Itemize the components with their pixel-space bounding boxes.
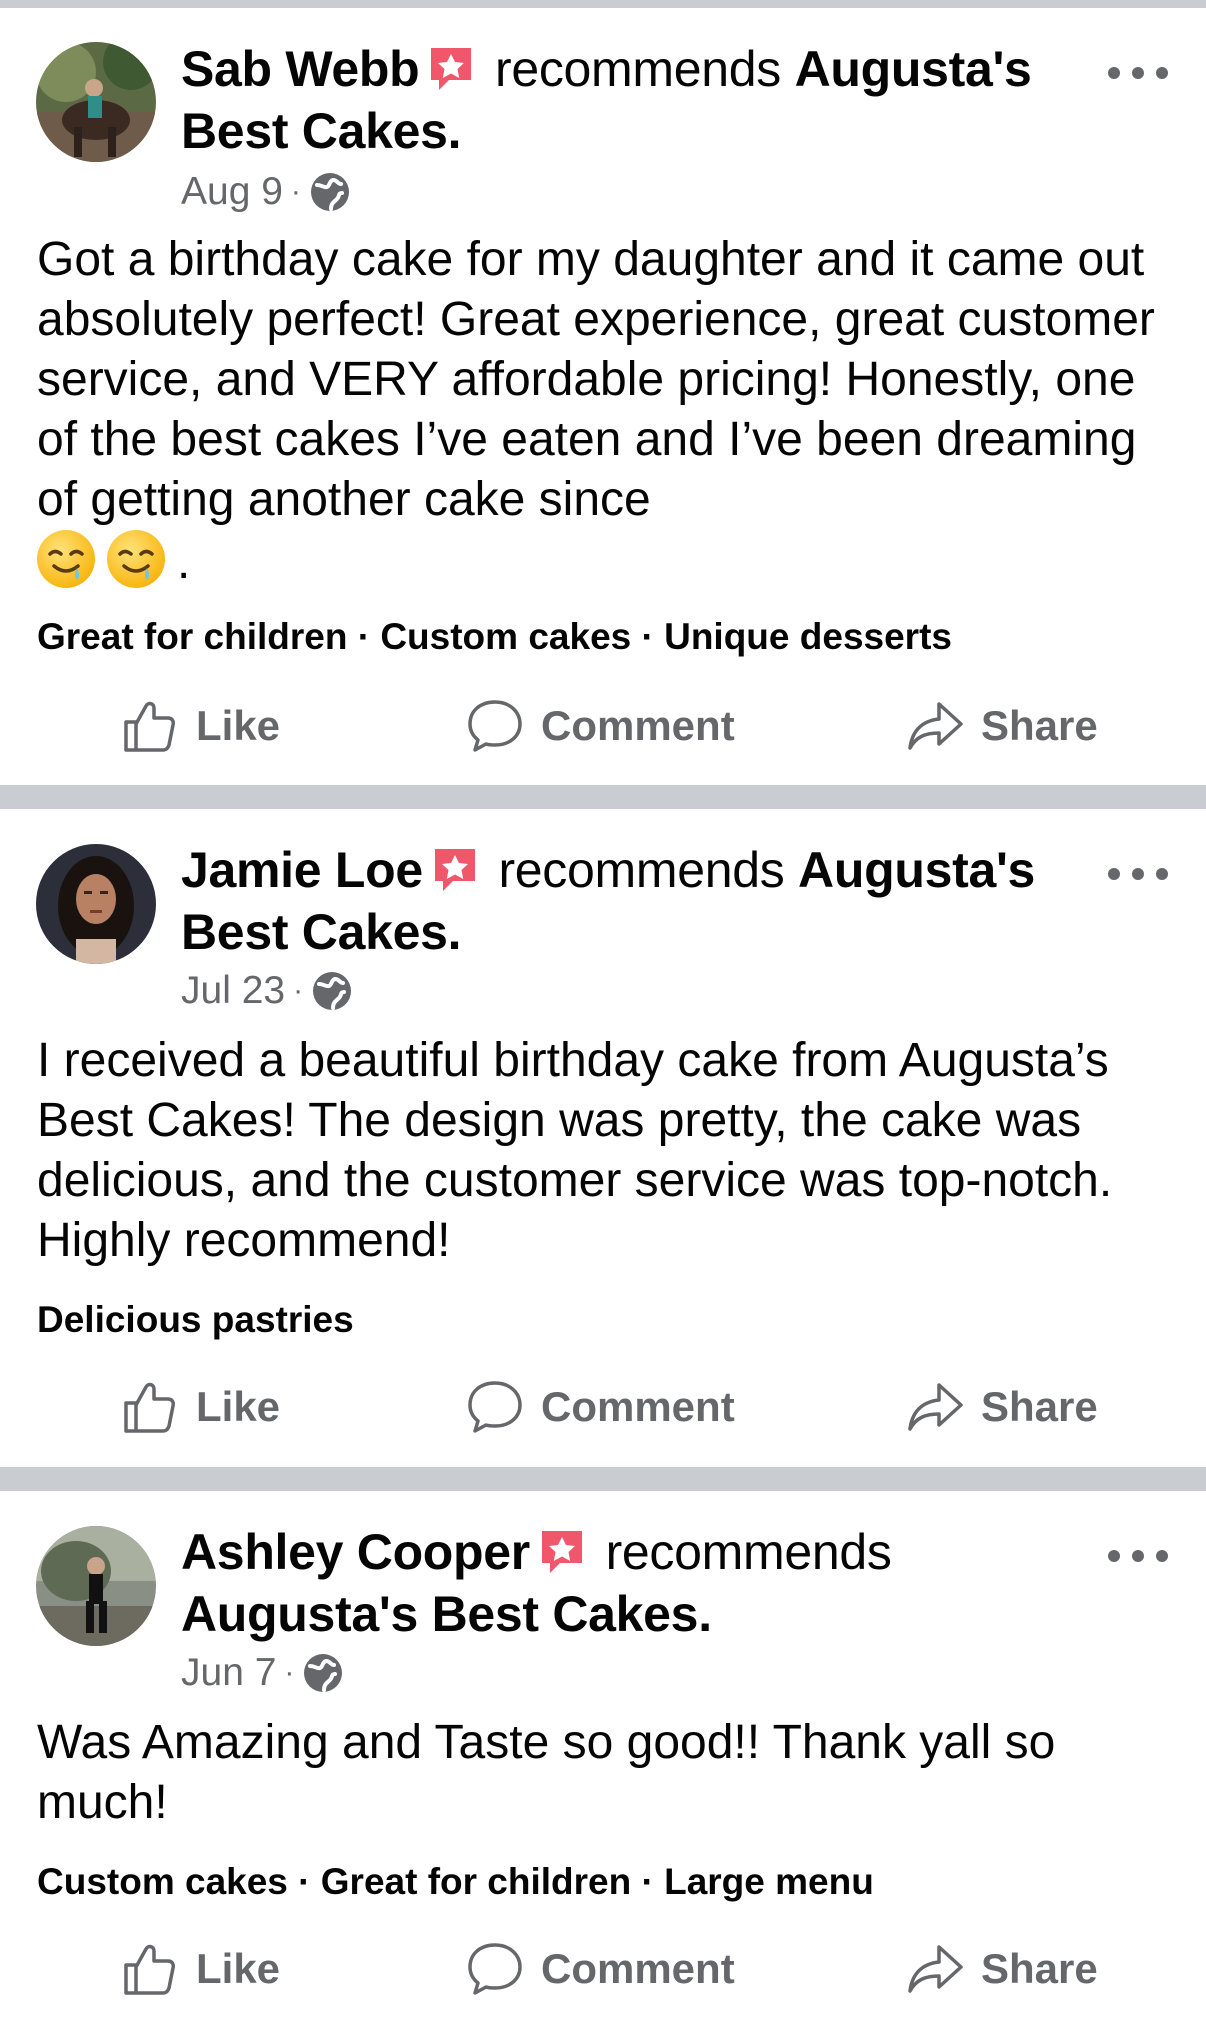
recommendation-tags: Custom cakes · Great for children · Larg…: [37, 1861, 874, 1902]
meta-dot: ·: [293, 974, 304, 1007]
share-icon: [908, 1945, 963, 1993]
recommendation-tags: Delicious pastries: [37, 1299, 354, 1340]
post-1: Sab Webb recommends Augusta's Best Cakes…: [0, 8, 1206, 788]
like-label: Like: [196, 1945, 281, 1992]
more-options-icon[interactable]: [1108, 58, 1168, 88]
like-icon: [124, 1944, 175, 1995]
share-icon: [908, 702, 963, 750]
comment-icon: [468, 1381, 522, 1433]
author-name[interactable]: Jamie Loe: [181, 842, 423, 898]
post-text: Got a birthday cake for my daughter and …: [37, 230, 1177, 593]
more-options-icon[interactable]: [1108, 859, 1168, 889]
post-date[interactable]: Jul 23: [181, 969, 285, 1013]
drooling-face-emoji: [107, 530, 165, 588]
post-meta: Jun 7 ·: [181, 1649, 344, 1697]
post-divider: [0, 1467, 1206, 1491]
post-text-content: Got a birthday cake for my daughter and …: [37, 233, 1155, 526]
like-button[interactable]: Like: [120, 1372, 280, 1442]
page-name-cont[interactable]: Best Cakes.: [181, 904, 462, 960]
post-actions: Like Comment Share: [0, 691, 1206, 761]
post-3: Ashley Cooper recommends Augusta's Best …: [0, 1491, 1206, 2026]
meta-dot: ·: [290, 175, 301, 208]
share-label: Share: [981, 702, 1098, 749]
post-header: Ashley Cooper recommends Augusta's Best …: [181, 1521, 1061, 1645]
recommendation-badge-icon: [431, 48, 472, 90]
page-name[interactable]: Augusta's: [798, 842, 1035, 898]
comment-button[interactable]: Comment: [465, 1934, 735, 2004]
recommends-text: recommends: [498, 842, 785, 898]
share-button[interactable]: Share: [905, 1372, 1098, 1442]
meta-dot: ·: [284, 1656, 295, 1689]
comment-label: Comment: [541, 702, 735, 749]
post-date[interactable]: Aug 9: [181, 170, 283, 214]
author-avatar[interactable]: [36, 1526, 156, 1646]
post-meta: Aug 9 ·: [181, 168, 351, 216]
share-button[interactable]: Share: [905, 691, 1098, 761]
top-separator: [0, 0, 1206, 8]
post-divider: [0, 785, 1206, 809]
post-header: Sab Webb recommends Augusta's Best Cakes…: [181, 38, 1061, 162]
page-name[interactable]: Augusta's: [795, 41, 1032, 97]
like-icon: [124, 1382, 175, 1433]
more-options-icon[interactable]: [1108, 1541, 1168, 1571]
post-actions: Like Comment Share: [0, 1934, 1206, 2004]
globe-icon: [313, 972, 352, 1010]
comment-label: Comment: [541, 1945, 735, 1992]
globe-icon: [304, 1654, 343, 1692]
author-avatar[interactable]: [36, 844, 156, 964]
recommendation-badge-icon: [434, 849, 475, 891]
comment-button[interactable]: Comment: [465, 691, 735, 761]
comment-icon: [468, 1943, 522, 1995]
author-name[interactable]: Ashley Cooper: [181, 1524, 530, 1580]
share-icon: [908, 1383, 963, 1431]
recommends-text: recommends: [494, 41, 781, 97]
post-text: I received a beautiful birthday cake fro…: [37, 1034, 1113, 1267]
share-label: Share: [981, 1383, 1098, 1430]
post-text-end: .: [177, 536, 191, 589]
share-button[interactable]: Share: [905, 1934, 1098, 2004]
like-label: Like: [196, 1383, 281, 1430]
recommends-text: recommends: [605, 1524, 892, 1580]
like-button[interactable]: Like: [120, 1934, 280, 2004]
post-text: Was Amazing and Taste so good!! Thank ya…: [37, 1716, 1056, 1829]
like-label: Like: [196, 702, 281, 749]
author-avatar[interactable]: [36, 42, 156, 162]
recommendation-badge-icon: [541, 1531, 582, 1573]
post-2: Jamie Loe recommends Augusta's Best Cake…: [0, 809, 1206, 1469]
comment-label: Comment: [541, 1383, 735, 1430]
like-button[interactable]: Like: [120, 691, 280, 761]
page-name[interactable]: Augusta's Best Cakes.: [181, 1586, 712, 1642]
page-name-cont[interactable]: Best Cakes.: [181, 103, 462, 159]
post-meta: Jul 23 ·: [181, 967, 353, 1015]
recommendation-tags: Great for children · Custom cakes · Uniq…: [37, 616, 952, 657]
comment-icon: [468, 700, 522, 752]
post-date[interactable]: Jun 7: [181, 1651, 276, 1695]
post-header: Jamie Loe recommends Augusta's Best Cake…: [181, 839, 1061, 963]
author-name[interactable]: Sab Webb: [181, 41, 420, 97]
comment-button[interactable]: Comment: [465, 1372, 735, 1442]
post-actions: Like Comment Share: [0, 1372, 1206, 1442]
drooling-face-emoji: [37, 530, 95, 588]
like-icon: [124, 701, 175, 752]
globe-icon: [310, 173, 349, 211]
share-label: Share: [981, 1945, 1098, 1992]
